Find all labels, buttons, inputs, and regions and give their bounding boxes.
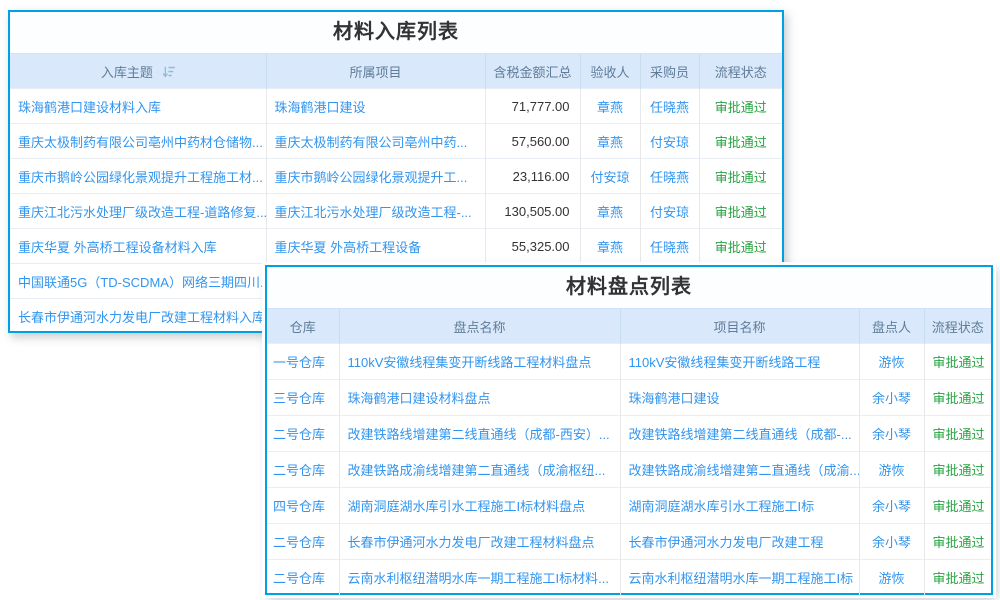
inbound-col-project: 所属项目 bbox=[266, 54, 485, 89]
inbound-col-amount: 含税金额汇总 bbox=[485, 54, 580, 89]
inbound-col-inspector: 验收人 bbox=[580, 54, 640, 89]
status-badge[interactable]: 审批通过 bbox=[699, 194, 782, 229]
inventory-warehouse[interactable]: 二号仓库 bbox=[267, 416, 339, 452]
status-badge[interactable]: 审批通过 bbox=[924, 344, 991, 380]
inventory-list-panel: 材料盘点列表 仓库 盘点名称 项目名称 盘点人 流程状态 一号仓库 110kV安… bbox=[265, 265, 993, 595]
inbound-project-link[interactable]: 珠海鹤港口建设 bbox=[266, 89, 485, 124]
inbound-list-title: 材料入库列表 bbox=[10, 12, 782, 53]
inventory-name-link[interactable]: 云南水利枢纽潜明水库一期工程施工I标材料... bbox=[339, 560, 620, 596]
inventory-warehouse[interactable]: 三号仓库 bbox=[267, 380, 339, 416]
inbound-subject-link[interactable]: 重庆江北污水处理厂级改造工程-道路修复... bbox=[10, 194, 266, 229]
inventory-col-warehouse: 仓库 bbox=[267, 309, 339, 344]
inventory-project-link[interactable]: 珠海鹤港口建设 bbox=[620, 380, 859, 416]
inbound-purchaser[interactable]: 付安琼 bbox=[640, 194, 699, 229]
status-badge[interactable]: 审批通过 bbox=[924, 416, 991, 452]
inbound-purchaser[interactable]: 付安琼 bbox=[640, 124, 699, 159]
status-badge[interactable]: 审批通过 bbox=[699, 229, 782, 264]
inventory-person[interactable]: 余小琴 bbox=[859, 416, 924, 452]
inventory-project-link[interactable]: 长春市伊通河水力发电厂改建工程 bbox=[620, 524, 859, 560]
inventory-person[interactable]: 余小琴 bbox=[859, 488, 924, 524]
inbound-col-subject[interactable]: 入库主题 bbox=[10, 54, 266, 89]
status-badge[interactable]: 审批通过 bbox=[699, 89, 782, 124]
inbound-subject-link[interactable]: 珠海鹤港口建设材料入库 bbox=[10, 89, 266, 124]
inbound-col-status: 流程状态 bbox=[699, 54, 782, 89]
table-row: 二号仓库 改建铁路成渝线增建第二直通线（成渝枢纽... 改建铁路成渝线增建第二直… bbox=[267, 452, 991, 488]
table-row: 三号仓库 珠海鹤港口建设材料盘点 珠海鹤港口建设 余小琴 审批通过 bbox=[267, 380, 991, 416]
inbound-subject-link[interactable]: 中国联通5G（TD-SCDMA）网络三期四川... bbox=[10, 264, 266, 299]
inbound-purchaser[interactable]: 任晓燕 bbox=[640, 159, 699, 194]
inventory-name-link[interactable]: 改建铁路成渝线增建第二直通线（成渝枢纽... bbox=[339, 452, 620, 488]
inventory-header-row: 仓库 盘点名称 项目名称 盘点人 流程状态 bbox=[267, 309, 991, 344]
inbound-inspector[interactable]: 章燕 bbox=[580, 194, 640, 229]
inventory-list-title: 材料盘点列表 bbox=[267, 267, 991, 308]
inventory-person[interactable]: 游恢 bbox=[859, 560, 924, 596]
inbound-col-purchaser: 采购员 bbox=[640, 54, 699, 89]
inventory-person[interactable]: 余小琴 bbox=[859, 524, 924, 560]
inventory-project-link[interactable]: 110kV安徽线程集变开断线路工程 bbox=[620, 344, 859, 380]
inventory-project-link[interactable]: 改建铁路成渝线增建第二直通线（成渝... bbox=[620, 452, 859, 488]
inventory-name-link[interactable]: 珠海鹤港口建设材料盘点 bbox=[339, 380, 620, 416]
table-row: 二号仓库 云南水利枢纽潜明水库一期工程施工I标材料... 云南水利枢纽潜明水库一… bbox=[267, 560, 991, 596]
inbound-col-subject-label: 入库主题 bbox=[101, 65, 153, 80]
status-badge[interactable]: 审批通过 bbox=[699, 159, 782, 194]
inbound-amount: 57,560.00 bbox=[485, 124, 580, 159]
inventory-person[interactable]: 余小琴 bbox=[859, 380, 924, 416]
inbound-inspector[interactable]: 章燕 bbox=[580, 229, 640, 264]
inventory-name-link[interactable]: 110kV安徽线程集变开断线路工程材料盘点 bbox=[339, 344, 620, 380]
inbound-inspector[interactable]: 章燕 bbox=[580, 89, 640, 124]
inventory-project-link[interactable]: 湖南洞庭湖水库引水工程施工I标 bbox=[620, 488, 859, 524]
status-badge[interactable]: 审批通过 bbox=[924, 380, 991, 416]
inventory-col-project: 项目名称 bbox=[620, 309, 859, 344]
inbound-subject-link[interactable]: 重庆市鹅岭公园绿化景观提升工程施工材... bbox=[10, 159, 266, 194]
inbound-subject-link[interactable]: 重庆太极制药有限公司亳州中药材仓储物... bbox=[10, 124, 266, 159]
inventory-name-link[interactable]: 改建铁路线增建第二线直通线（成都-西安）... bbox=[339, 416, 620, 452]
table-row: 重庆江北污水处理厂级改造工程-道路修复... 重庆江北污水处理厂级改造工程-..… bbox=[10, 194, 782, 229]
inventory-project-link[interactable]: 改建铁路线增建第二线直通线（成都-... bbox=[620, 416, 859, 452]
table-row: 四号仓库 湖南洞庭湖水库引水工程施工I标材料盘点 湖南洞庭湖水库引水工程施工I标… bbox=[267, 488, 991, 524]
inventory-name-link[interactable]: 长春市伊通河水力发电厂改建工程材料盘点 bbox=[339, 524, 620, 560]
inbound-purchaser[interactable]: 任晓燕 bbox=[640, 229, 699, 264]
inbound-inspector[interactable]: 章燕 bbox=[580, 124, 640, 159]
page: 材料入库列表 入库主题 bbox=[0, 0, 1000, 600]
table-row: 二号仓库 改建铁路线增建第二线直通线（成都-西安）... 改建铁路线增建第二线直… bbox=[267, 416, 991, 452]
inbound-project-link[interactable]: 重庆市鹅岭公园绿化景观提升工... bbox=[266, 159, 485, 194]
inventory-warehouse[interactable]: 二号仓库 bbox=[267, 560, 339, 596]
inventory-person[interactable]: 游恢 bbox=[859, 344, 924, 380]
inbound-project-link[interactable]: 重庆江北污水处理厂级改造工程-... bbox=[266, 194, 485, 229]
inbound-subject-link[interactable]: 重庆华夏 外高桥工程设备材料入库 bbox=[10, 229, 266, 264]
status-badge[interactable]: 审批通过 bbox=[699, 124, 782, 159]
status-badge[interactable]: 审批通过 bbox=[924, 488, 991, 524]
inventory-col-status: 流程状态 bbox=[924, 309, 991, 344]
inventory-warehouse[interactable]: 四号仓库 bbox=[267, 488, 339, 524]
inventory-col-person: 盘点人 bbox=[859, 309, 924, 344]
inbound-project-link[interactable]: 重庆太极制药有限公司亳州中药... bbox=[266, 124, 485, 159]
inventory-warehouse[interactable]: 二号仓库 bbox=[267, 452, 339, 488]
inventory-warehouse[interactable]: 一号仓库 bbox=[267, 344, 339, 380]
inventory-name-link[interactable]: 湖南洞庭湖水库引水工程施工I标材料盘点 bbox=[339, 488, 620, 524]
inbound-amount: 130,505.00 bbox=[485, 194, 580, 229]
inbound-purchaser[interactable]: 任晓燕 bbox=[640, 89, 699, 124]
inbound-inspector[interactable]: 付安琼 bbox=[580, 159, 640, 194]
sort-descending-icon[interactable] bbox=[162, 66, 175, 81]
table-row: 重庆太极制药有限公司亳州中药材仓储物... 重庆太极制药有限公司亳州中药... … bbox=[10, 124, 782, 159]
inventory-table: 仓库 盘点名称 项目名称 盘点人 流程状态 一号仓库 110kV安徽线程集变开断… bbox=[267, 308, 991, 596]
inbound-header-row: 入库主题 bbox=[10, 54, 782, 89]
inbound-subject-link[interactable]: 长春市伊通河水力发电厂改建工程材料入库 bbox=[10, 299, 266, 334]
table-row: 重庆华夏 外高桥工程设备材料入库 重庆华夏 外高桥工程设备 55,325.00 … bbox=[10, 229, 782, 264]
table-row: 二号仓库 长春市伊通河水力发电厂改建工程材料盘点 长春市伊通河水力发电厂改建工程… bbox=[267, 524, 991, 560]
inventory-person[interactable]: 游恢 bbox=[859, 452, 924, 488]
inventory-warehouse[interactable]: 二号仓库 bbox=[267, 524, 339, 560]
inbound-amount: 23,116.00 bbox=[485, 159, 580, 194]
inventory-project-link[interactable]: 云南水利枢纽潜明水库一期工程施工I标 bbox=[620, 560, 859, 596]
inbound-amount: 55,325.00 bbox=[485, 229, 580, 264]
status-badge[interactable]: 审批通过 bbox=[924, 560, 991, 596]
table-row: 一号仓库 110kV安徽线程集变开断线路工程材料盘点 110kV安徽线程集变开断… bbox=[267, 344, 991, 380]
table-row: 重庆市鹅岭公园绿化景观提升工程施工材... 重庆市鹅岭公园绿化景观提升工... … bbox=[10, 159, 782, 194]
status-badge[interactable]: 审批通过 bbox=[924, 524, 991, 560]
table-row: 珠海鹤港口建设材料入库 珠海鹤港口建设 71,777.00 章燕 任晓燕 审批通… bbox=[10, 89, 782, 124]
inbound-project-link[interactable]: 重庆华夏 外高桥工程设备 bbox=[266, 229, 485, 264]
status-badge[interactable]: 审批通过 bbox=[924, 452, 991, 488]
inbound-amount: 71,777.00 bbox=[485, 89, 580, 124]
inventory-col-name: 盘点名称 bbox=[339, 309, 620, 344]
